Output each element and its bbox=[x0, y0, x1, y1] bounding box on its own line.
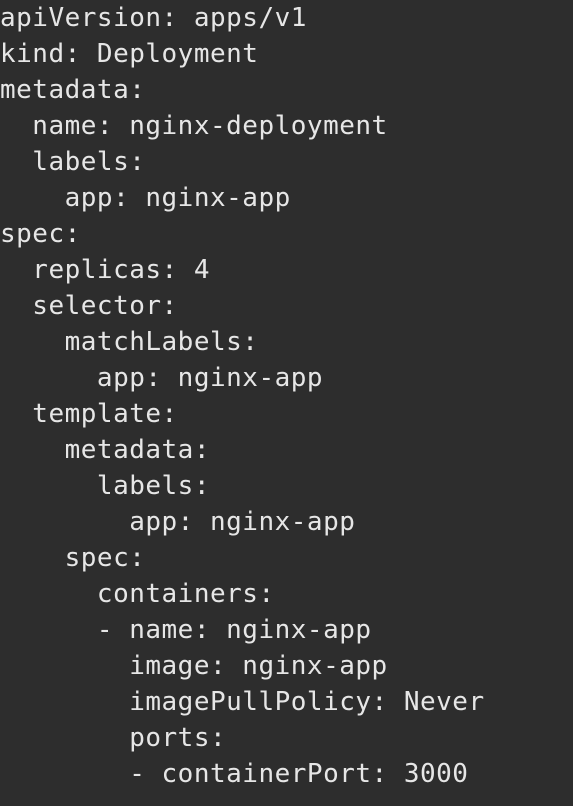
code-line-image: image: nginx-app bbox=[0, 651, 388, 681]
code-line-apiversion: apiVersion: apps/v1 bbox=[0, 3, 307, 33]
code-line-name: name: nginx-deployment bbox=[0, 111, 388, 141]
code-line-containerport: - containerPort: 3000 bbox=[0, 759, 469, 789]
code-line-kind: kind: Deployment bbox=[0, 39, 259, 69]
code-line-labels: labels: bbox=[0, 147, 146, 177]
code-line-replicas: replicas: 4 bbox=[0, 255, 210, 285]
code-line-metadata: metadata: bbox=[0, 75, 146, 105]
code-line-imagepullpolicy: imagePullPolicy: Never bbox=[0, 687, 485, 717]
code-line-ports: ports: bbox=[0, 723, 227, 753]
code-line-template-metadata: metadata: bbox=[0, 435, 210, 465]
yaml-editor[interactable]: apiVersion: apps/v1 kind: Deployment met… bbox=[0, 0, 573, 806]
code-line-template-labels: labels: bbox=[0, 471, 210, 501]
code-line-template: template: bbox=[0, 399, 178, 429]
code-line-template-app: app: nginx-app bbox=[0, 507, 356, 537]
code-line-selector-app: app: nginx-app bbox=[0, 363, 324, 393]
code-line-selector: selector: bbox=[0, 291, 178, 321]
code-line-spec: spec: bbox=[0, 219, 81, 249]
code-line-matchlabels: matchLabels: bbox=[0, 327, 259, 357]
code-line-app: app: nginx-app bbox=[0, 183, 291, 213]
code-line-template-spec: spec: bbox=[0, 543, 146, 573]
code-line-container-name: - name: nginx-app bbox=[0, 615, 372, 645]
code-line-containers: containers: bbox=[0, 579, 275, 609]
